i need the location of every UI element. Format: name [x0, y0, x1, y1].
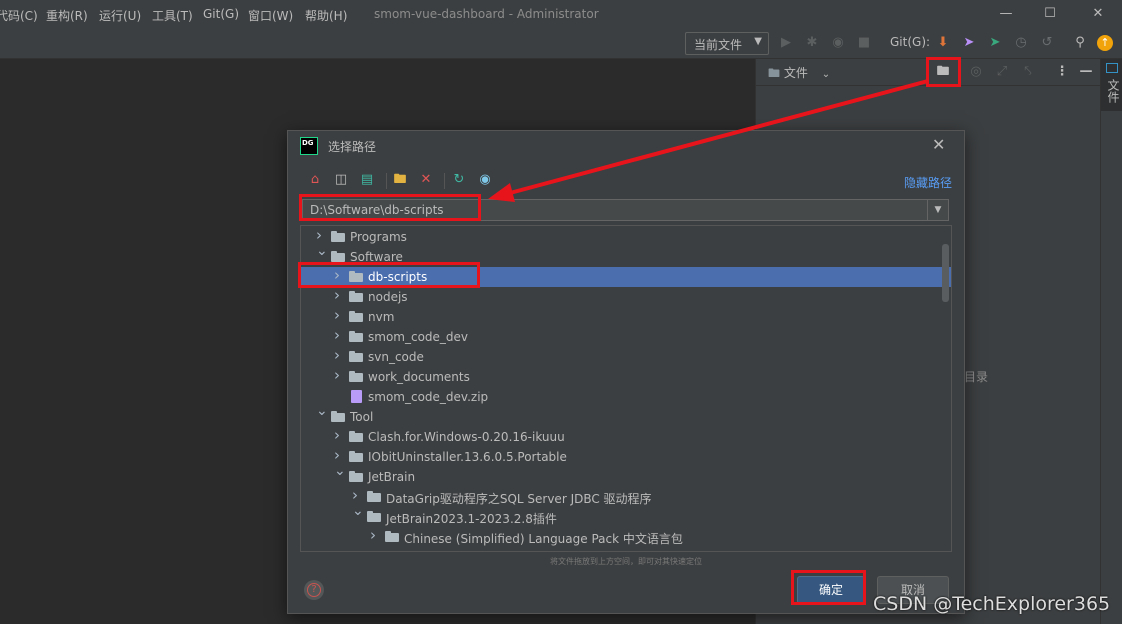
watermark: CSDN @TechExplorer365: [873, 593, 1111, 615]
annotation-arrow-head: [488, 183, 515, 202]
annotation-arrow-line: [509, 79, 929, 195]
annotation-arrows: [488, 79, 929, 202]
